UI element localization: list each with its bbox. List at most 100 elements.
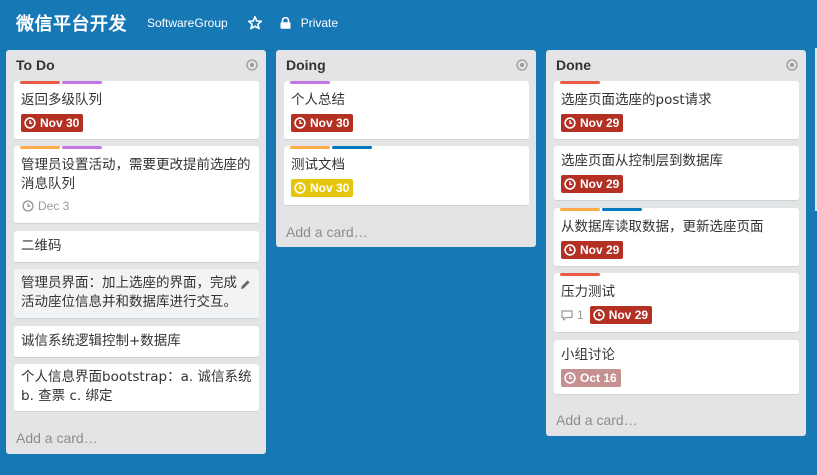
card-badges: Nov 30 — [291, 179, 354, 197]
card[interactable]: 压力测试 1 Nov 29 — [554, 273, 799, 333]
add-card-link[interactable]: Add a card… — [556, 412, 638, 428]
card-labels — [560, 273, 600, 276]
list-todo: To Do 返回多级队列 Nov 30 管理员设置活动，需要更改提前选座的消息队… — [6, 50, 266, 454]
card-badges: Oct 16 — [561, 369, 621, 387]
due-date-badge[interactable]: Dec 3 — [21, 197, 73, 215]
card-labels — [290, 146, 372, 149]
label-blue — [332, 146, 372, 149]
card-badges: Nov 30 — [291, 114, 354, 132]
label-purple — [62, 146, 102, 149]
clock-icon — [22, 200, 34, 212]
card-badges: Dec 3 — [21, 197, 73, 215]
label-orange — [560, 208, 600, 211]
clock-icon — [564, 372, 576, 384]
comment-count-text: 1 — [577, 308, 584, 322]
card[interactable]: 返回多级队列 Nov 30 — [14, 81, 259, 140]
visibility-button[interactable]: Private — [280, 16, 338, 30]
comment-count: 1 — [561, 308, 584, 322]
label-orange — [290, 146, 330, 149]
due-date-text: Nov 29 — [580, 177, 620, 191]
due-date-badge[interactable]: Nov 29 — [561, 175, 624, 193]
list-doing: Doing 个人总结 Nov 30 测试文档 Nov 30 Add a card… — [276, 50, 536, 247]
card-labels — [290, 81, 330, 84]
due-date-text: Oct 16 — [580, 371, 617, 385]
label-purple — [290, 81, 330, 84]
card-title: 压力测试 — [561, 284, 615, 300]
card-title: 个人信息界面bootstrap：a. 诚信系统 b. 查票 c. 绑定 — [21, 369, 252, 404]
label-red — [560, 273, 600, 276]
star-icon[interactable] — [247, 16, 262, 30]
card[interactable]: 管理员界面：加上选座的界面，完成活动座位信息并和数据库进行交互。 — [14, 269, 259, 319]
card[interactable]: 管理员设置活动，需要更改提前选座的消息队列 Dec 3 — [14, 146, 259, 224]
due-date-badge[interactable]: Nov 29 — [589, 306, 653, 324]
card[interactable]: 选座页面选座的post请求 Nov 29 — [554, 81, 799, 140]
card-title: 返回多级队列 — [21, 92, 102, 108]
due-date-text: Nov 29 — [608, 308, 649, 322]
list-menu-icon[interactable] — [246, 59, 258, 71]
card-badges: Nov 29 — [561, 175, 624, 193]
card-title: 个人总结 — [291, 92, 345, 108]
card[interactable]: 个人信息界面bootstrap：a. 诚信系统 b. 查票 c. 绑定 — [14, 364, 259, 412]
label-orange — [20, 146, 60, 149]
add-card-link[interactable]: Add a card… — [286, 224, 368, 240]
card-title: 小组讨论 — [561, 347, 615, 363]
card[interactable]: 诚信系统逻辑控制+数据库 — [14, 326, 259, 358]
due-date-badge[interactable]: Nov 30 — [291, 179, 354, 197]
card-title: 选座页面从控制层到数据库 — [561, 153, 723, 169]
card[interactable]: 小组讨论 Oct 16 — [554, 340, 799, 395]
clock-icon — [564, 244, 576, 256]
lock-icon — [280, 17, 291, 29]
card-title: 管理员界面：加上选座的界面，完成活动座位信息并和数据库进行交互。 — [21, 275, 237, 310]
list-menu-icon[interactable] — [786, 59, 798, 71]
list-title[interactable]: Doing — [286, 57, 326, 73]
card-labels — [560, 208, 642, 211]
list-menu-icon[interactable] — [516, 59, 528, 71]
board-title[interactable]: 微信平台开发 — [16, 10, 127, 36]
card[interactable]: 个人总结 Nov 30 — [284, 81, 529, 140]
card-badges: Nov 30 — [21, 114, 84, 132]
due-date-badge[interactable]: Nov 30 — [21, 114, 84, 132]
card-title: 二维码 — [21, 238, 62, 254]
card[interactable]: 测试文档 Nov 30 — [284, 146, 529, 206]
list-header: Done — [546, 50, 806, 80]
due-date-badge[interactable]: Oct 16 — [561, 369, 621, 387]
comment-icon — [561, 309, 573, 321]
clock-icon — [564, 117, 576, 129]
card[interactable]: 二维码 — [14, 231, 259, 263]
due-date-text: Dec 3 — [38, 199, 70, 213]
label-red — [560, 81, 600, 84]
due-date-text: Nov 30 — [310, 181, 350, 195]
card-labels — [20, 146, 102, 149]
card-badges: Nov 29 — [561, 241, 624, 259]
card-labels — [20, 81, 102, 84]
visibility-label: Private — [300, 16, 339, 30]
card-title: 选座页面选座的post请求 — [561, 92, 712, 108]
pencil-icon[interactable] — [240, 279, 251, 290]
label-blue — [602, 208, 642, 211]
card-title: 从数据库读取数据，更新选座页面 — [561, 219, 764, 235]
label-red — [20, 81, 60, 84]
due-date-text: Nov 30 — [310, 116, 350, 130]
team-link[interactable]: SoftwareGroup — [147, 16, 228, 30]
card-badges: Nov 29 — [561, 114, 624, 132]
add-card-link[interactable]: Add a card… — [16, 430, 98, 446]
card-badges: 1 Nov 29 — [561, 306, 653, 324]
due-date-badge[interactable]: Nov 29 — [561, 241, 624, 259]
due-date-badge[interactable]: Nov 30 — [291, 114, 354, 132]
list-header: Doing — [276, 50, 536, 80]
card[interactable]: 从数据库读取数据，更新选座页面 Nov 29 — [554, 208, 799, 267]
list-title[interactable]: To Do — [16, 57, 55, 73]
due-date-text: Nov 29 — [580, 116, 620, 130]
clock-icon — [294, 117, 306, 129]
list-header: To Do — [6, 50, 266, 80]
clock-icon — [24, 117, 36, 129]
due-date-badge[interactable]: Nov 29 — [561, 114, 624, 132]
label-purple — [62, 81, 102, 84]
card[interactable]: 选座页面从控制层到数据库 Nov 29 — [554, 146, 799, 201]
list-title[interactable]: Done — [556, 57, 591, 73]
due-date-text: Nov 29 — [580, 243, 620, 257]
clock-icon — [564, 178, 576, 190]
card-title: 管理员设置活动，需要更改提前选座的消息队列 — [21, 157, 251, 192]
board-header: 微信平台开发 SoftwareGroup Private — [0, 0, 817, 46]
list-done: Done 选座页面选座的post请求 Nov 29 选座页面从控制层到数据库 N… — [546, 50, 806, 436]
